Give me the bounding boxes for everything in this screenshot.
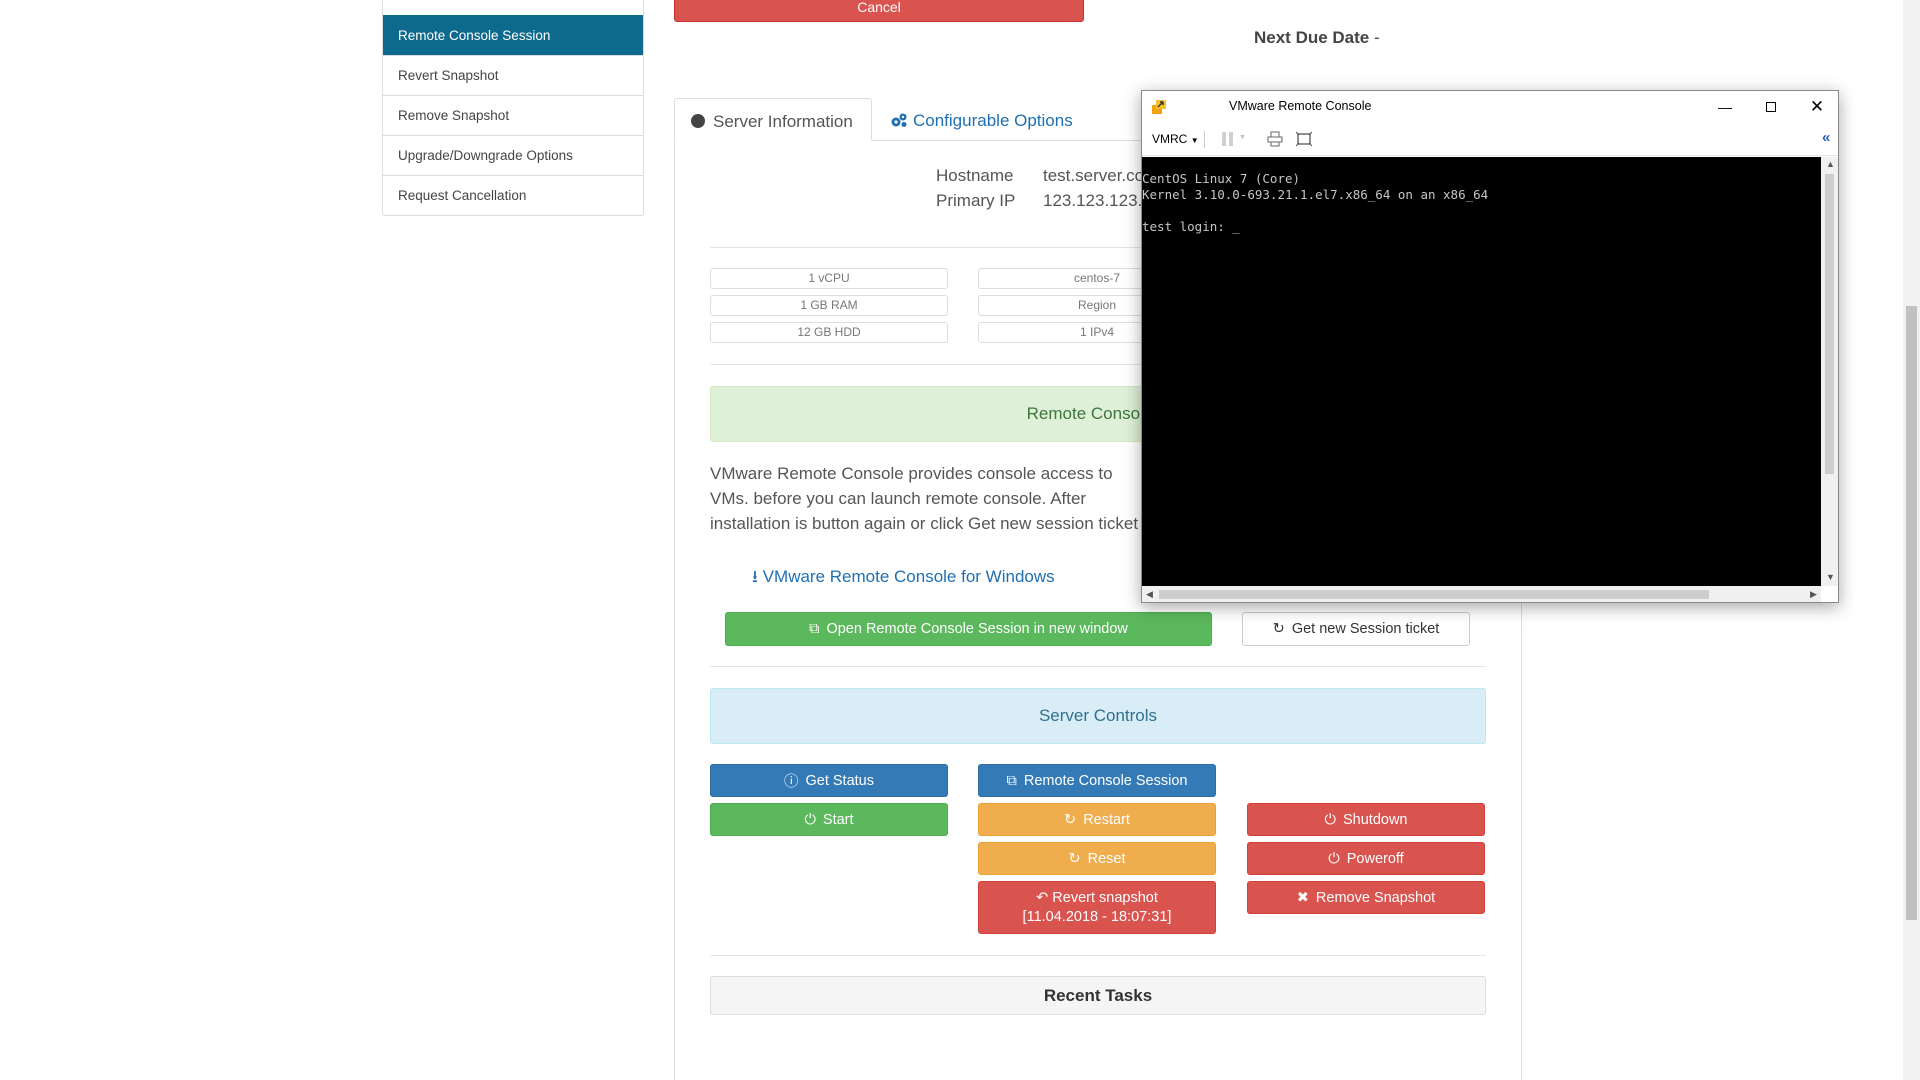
- sidebar-item-remove-snapshot[interactable]: Remove Snapshot: [383, 95, 643, 135]
- page-scrollbar-thumb[interactable]: [1906, 306, 1917, 920]
- refresh-icon: ↻: [1272, 621, 1285, 637]
- toolbar-separator: [1204, 131, 1205, 148]
- sidebar: Remote Console Session Revert Snapshot R…: [382, 0, 644, 216]
- vmrc-menu-label: VMRC: [1152, 132, 1188, 146]
- vmrc-menu[interactable]: VMRC ▼: [1152, 132, 1199, 146]
- primary-ip-value: 123.123.123.: [1043, 191, 1143, 210]
- scroll-left-icon[interactable]: ◀: [1146, 589, 1153, 600]
- button-label: Get new Session ticket: [1291, 621, 1440, 637]
- console-line: test login: _: [1142, 219, 1240, 234]
- sidebar-item-upgrade-downgrade[interactable]: Upgrade/Downgrade Options: [383, 135, 643, 175]
- button-label: Remote Console Session: [1023, 772, 1188, 789]
- cancel-button[interactable]: Cancel: [674, 0, 1084, 22]
- download-icon: ⭳: [752, 567, 758, 586]
- fullscreen-icon[interactable]: [1295, 131, 1313, 147]
- cogs-icon: [891, 113, 907, 127]
- minimize-button[interactable]: —: [1702, 91, 1748, 122]
- next-due-date: Next Due Date -: [1254, 28, 1380, 48]
- shutdown-button[interactable]: ⏻ Shutdown: [1247, 803, 1485, 836]
- hostname-label: Hostname: [936, 166, 1014, 185]
- vmrc-toolbar: VMRC ▼ ▼ «: [1142, 122, 1838, 156]
- primary-ip-label: Primary IP: [936, 191, 1016, 210]
- server-controls-header: Server Controls: [710, 688, 1486, 744]
- poweroff-button[interactable]: ⏻ Poweroff: [1247, 842, 1485, 875]
- spec-cpu: 1 vCPU: [710, 268, 948, 289]
- scroll-up-icon[interactable]: ▲: [1826, 159, 1835, 169]
- button-label: Get Status: [805, 772, 874, 789]
- start-button[interactable]: ⏻ Start: [710, 803, 948, 836]
- button-label: Open Remote Console Session in new windo…: [826, 621, 1128, 637]
- next-due-value: -: [1374, 28, 1380, 47]
- sidebar-item-remote-console-session[interactable]: Remote Console Session: [383, 15, 643, 55]
- close-icon: ✖: [1296, 889, 1309, 906]
- button-label: Poweroff: [1346, 850, 1404, 867]
- snapshot-date: [11.04.2018 - 18:07:31]: [1022, 909, 1172, 925]
- get-status-button[interactable]: ⓘ Get Status: [710, 764, 948, 797]
- console-line: CentOS Linux 7 (Core): [1142, 171, 1301, 186]
- tab-configurable-options[interactable]: Configurable Options: [874, 98, 1089, 141]
- vmrc-window[interactable]: VMware Remote Console — ✕ VMRC ▼ ▼ « Cen…: [1141, 90, 1839, 603]
- open-remote-console-button[interactable]: ⧉ Open Remote Console Session in new wind…: [725, 612, 1212, 646]
- remote-console-description: VMware Remote Console provides console a…: [710, 464, 1139, 533]
- power-icon: ⏻: [804, 811, 816, 828]
- remove-snapshot-button[interactable]: ✖ Remove Snapshot: [1247, 881, 1485, 914]
- collapse-panel-icon[interactable]: «: [1822, 129, 1830, 146]
- vmrc-titlebar[interactable]: VMware Remote Console — ✕: [1142, 91, 1838, 122]
- power-icon: ⏻: [1324, 811, 1336, 828]
- restart-button[interactable]: ↻ Restart: [978, 803, 1216, 836]
- vmrc-app-icon: [1152, 100, 1166, 114]
- sidebar-top-spacer: [383, 0, 643, 15]
- host-labels: Hostname Primary IP: [936, 163, 1015, 213]
- close-button[interactable]: ✕: [1794, 91, 1840, 122]
- hostname-value: test.server.co: [1043, 166, 1145, 185]
- tab-server-information[interactable]: Server Information: [674, 98, 872, 141]
- button-label: Restart: [1083, 811, 1130, 828]
- tab-label: Server Information: [713, 112, 853, 131]
- revert-line: ↶ Revert snapshot: [1036, 889, 1158, 907]
- info-icon: ⓘ: [783, 774, 799, 790]
- globe-icon: [691, 114, 705, 128]
- get-session-ticket-button[interactable]: ↻ Get new Session ticket: [1242, 612, 1470, 646]
- caret-down-icon: ▼: [1190, 136, 1199, 145]
- vmrc-title: VMware Remote Console: [1229, 99, 1372, 113]
- reset-button[interactable]: ↻ Reset: [978, 842, 1216, 875]
- button-label: Revert snapshot: [1052, 890, 1158, 906]
- tab-label: Configurable Options: [913, 111, 1073, 130]
- sidebar-item-revert-snapshot[interactable]: Revert Snapshot: [383, 55, 643, 95]
- spec-hdd: 12 GB HDD: [710, 322, 948, 343]
- download-vmrc-link[interactable]: ⭳ VMware Remote Console for Windows: [752, 564, 1055, 593]
- button-label: Remove Snapshot: [1315, 889, 1436, 906]
- recent-tasks-header: Recent Tasks: [710, 976, 1486, 1015]
- external-window-icon: ⧉: [809, 621, 820, 637]
- refresh-icon: ↻: [1064, 811, 1077, 828]
- maximize-button[interactable]: [1748, 91, 1794, 122]
- send-ctrl-alt-del-icon[interactable]: [1267, 131, 1283, 147]
- external-window-icon: ⧉: [1006, 772, 1017, 789]
- pause-dropdown-icon[interactable]: ▼: [1239, 134, 1246, 141]
- sidebar-item-request-cancellation[interactable]: Request Cancellation: [383, 175, 643, 215]
- undo-icon: ↶: [1036, 890, 1049, 906]
- vmrc-vertical-thumb[interactable]: [1825, 174, 1834, 474]
- scroll-right-icon[interactable]: ▶: [1810, 589, 1817, 600]
- power-icon: ⏻: [1328, 850, 1340, 867]
- button-label: Start: [822, 811, 854, 828]
- button-label: Reset: [1087, 850, 1126, 867]
- scroll-down-icon[interactable]: ▼: [1826, 572, 1835, 582]
- button-label: Shutdown: [1342, 811, 1408, 828]
- console-line: Kernel 3.10.0-693.21.1.el7.x86_64 on an …: [1142, 187, 1489, 202]
- vmrc-console-screen[interactable]: CentOS Linux 7 (Core) Kernel 3.10.0-693.2…: [1142, 157, 1821, 586]
- divider: [710, 666, 1486, 667]
- pause-icon[interactable]: [1222, 132, 1233, 146]
- host-values: test.server.co 123.123.123.: [1043, 163, 1144, 213]
- refresh-icon: ↻: [1068, 850, 1081, 867]
- revert-snapshot-button[interactable]: ↶ Revert snapshot [11.04.2018 - 18:07:31…: [978, 881, 1216, 934]
- vmrc-horizontal-thumb[interactable]: [1159, 590, 1709, 599]
- download-link-label: VMware Remote Console for Windows: [762, 567, 1055, 586]
- spec-ram: 1 GB RAM: [710, 295, 948, 316]
- remote-console-session-button[interactable]: ⧉ Remote Console Session: [978, 764, 1216, 797]
- next-due-label: Next Due Date: [1254, 28, 1370, 47]
- divider: [710, 955, 1486, 956]
